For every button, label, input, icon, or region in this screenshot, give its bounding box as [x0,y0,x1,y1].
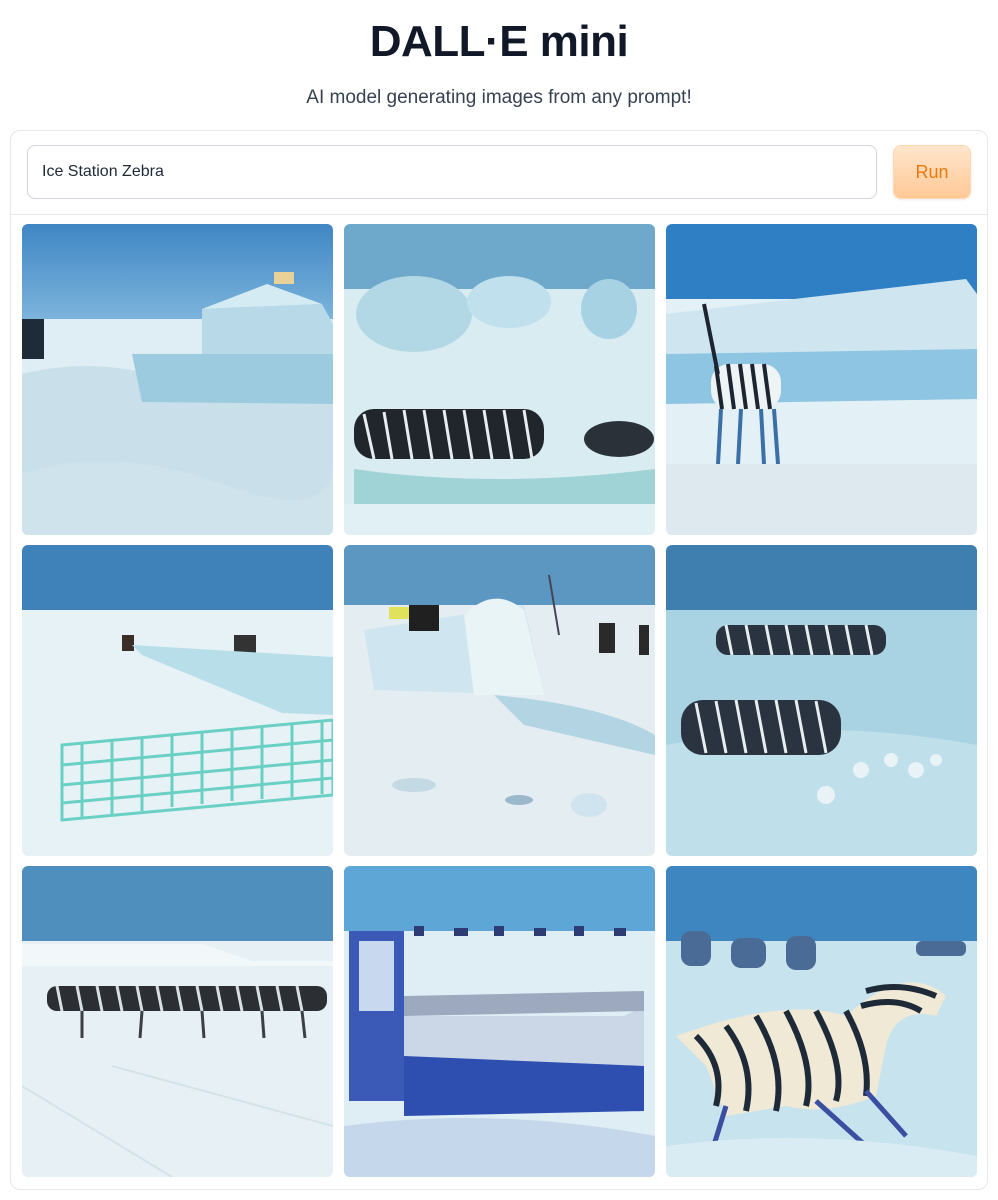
prompt-input[interactable] [27,145,877,199]
run-button[interactable]: Run [893,145,971,199]
generated-image-6[interactable] [666,545,977,856]
generator-panel: Run [10,130,988,1190]
generated-image-3[interactable] [666,224,977,535]
generated-image-2[interactable] [344,224,655,535]
generated-image-1[interactable] [22,224,333,535]
generated-image-9[interactable] [666,866,977,1177]
prompt-row: Run [11,131,987,215]
generated-image-7[interactable] [22,866,333,1177]
generated-image-8[interactable] [344,866,655,1177]
page-title: DALL·E mini [369,17,629,66]
page-subtitle: AI model generating images from any prom… [306,87,692,108]
generated-image-5[interactable] [344,545,655,856]
generated-image-4[interactable] [22,545,333,856]
image-gallery [22,224,977,1177]
page-header: DALL·E mini AI model generating images f… [0,0,998,110]
